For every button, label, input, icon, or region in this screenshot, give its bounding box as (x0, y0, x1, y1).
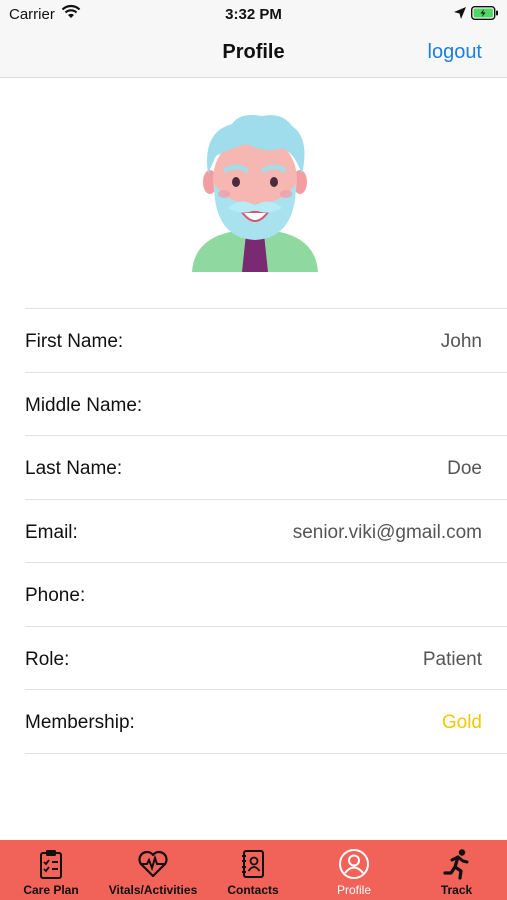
status-time: 3:32 PM (225, 6, 282, 23)
tab-vitals-activities[interactable]: Vitals/Activities (102, 840, 204, 900)
membership-value: Gold (441, 712, 482, 733)
user-circle-icon (339, 849, 369, 879)
email-label: Email: (25, 521, 78, 543)
tab-care-plan-label: Care Plan (23, 883, 79, 897)
role-label: Role: (25, 648, 70, 670)
last-name-label: Last Name: (25, 458, 123, 479)
navigation-bar: Profile logout (0, 28, 507, 78)
avatar (190, 112, 320, 274)
first-name-value: John (440, 331, 482, 352)
email-row: Email: senior.viki@gmail.com (25, 500, 507, 563)
heartbeat-icon (138, 850, 168, 878)
address-book-icon (242, 850, 264, 878)
membership-label: Membership: (25, 712, 135, 733)
status-bar: Carrier 3:32 PM (0, 0, 507, 28)
logout-button[interactable]: logout (428, 41, 483, 64)
middle-name-row: Middle Name: (25, 373, 507, 436)
battery-icon (470, 5, 499, 25)
middle-name-label: Middle Name: (25, 394, 143, 416)
tab-profile[interactable]: Profile (302, 840, 406, 900)
tab-profile-label: Profile (336, 883, 371, 897)
first-name-row: First Name: John (25, 309, 507, 373)
tab-contacts-label: Contacts (227, 883, 279, 897)
tab-contacts[interactable]: Contacts (204, 840, 302, 900)
tab-bar: Care Plan Vitals/Activities Contacts Pro… (0, 840, 507, 900)
tab-track-label: Track (440, 883, 473, 897)
phone-label: Phone: (25, 585, 86, 606)
clipboard-icon (40, 850, 62, 879)
tab-care-plan[interactable]: Care Plan (0, 840, 102, 900)
last-name-value: Doe (447, 458, 482, 479)
role-row: Role: Patient (25, 627, 507, 690)
first-name-label: First Name: (25, 331, 124, 352)
last-name-row: Last Name: Doe (25, 436, 507, 500)
phone-row: Phone: (25, 563, 507, 627)
running-icon (442, 849, 468, 880)
email-value: senior.viki@gmail.com (292, 521, 482, 543)
location-arrow-icon (453, 6, 467, 25)
role-value: Patient (422, 648, 482, 670)
tab-vitals-activities-label: Vitals/Activities (108, 883, 198, 897)
membership-row: Membership: Gold (25, 690, 507, 754)
tab-track[interactable]: Track (406, 840, 507, 900)
profile-details: First Name: John Middle Name: Last Name:… (25, 308, 507, 754)
